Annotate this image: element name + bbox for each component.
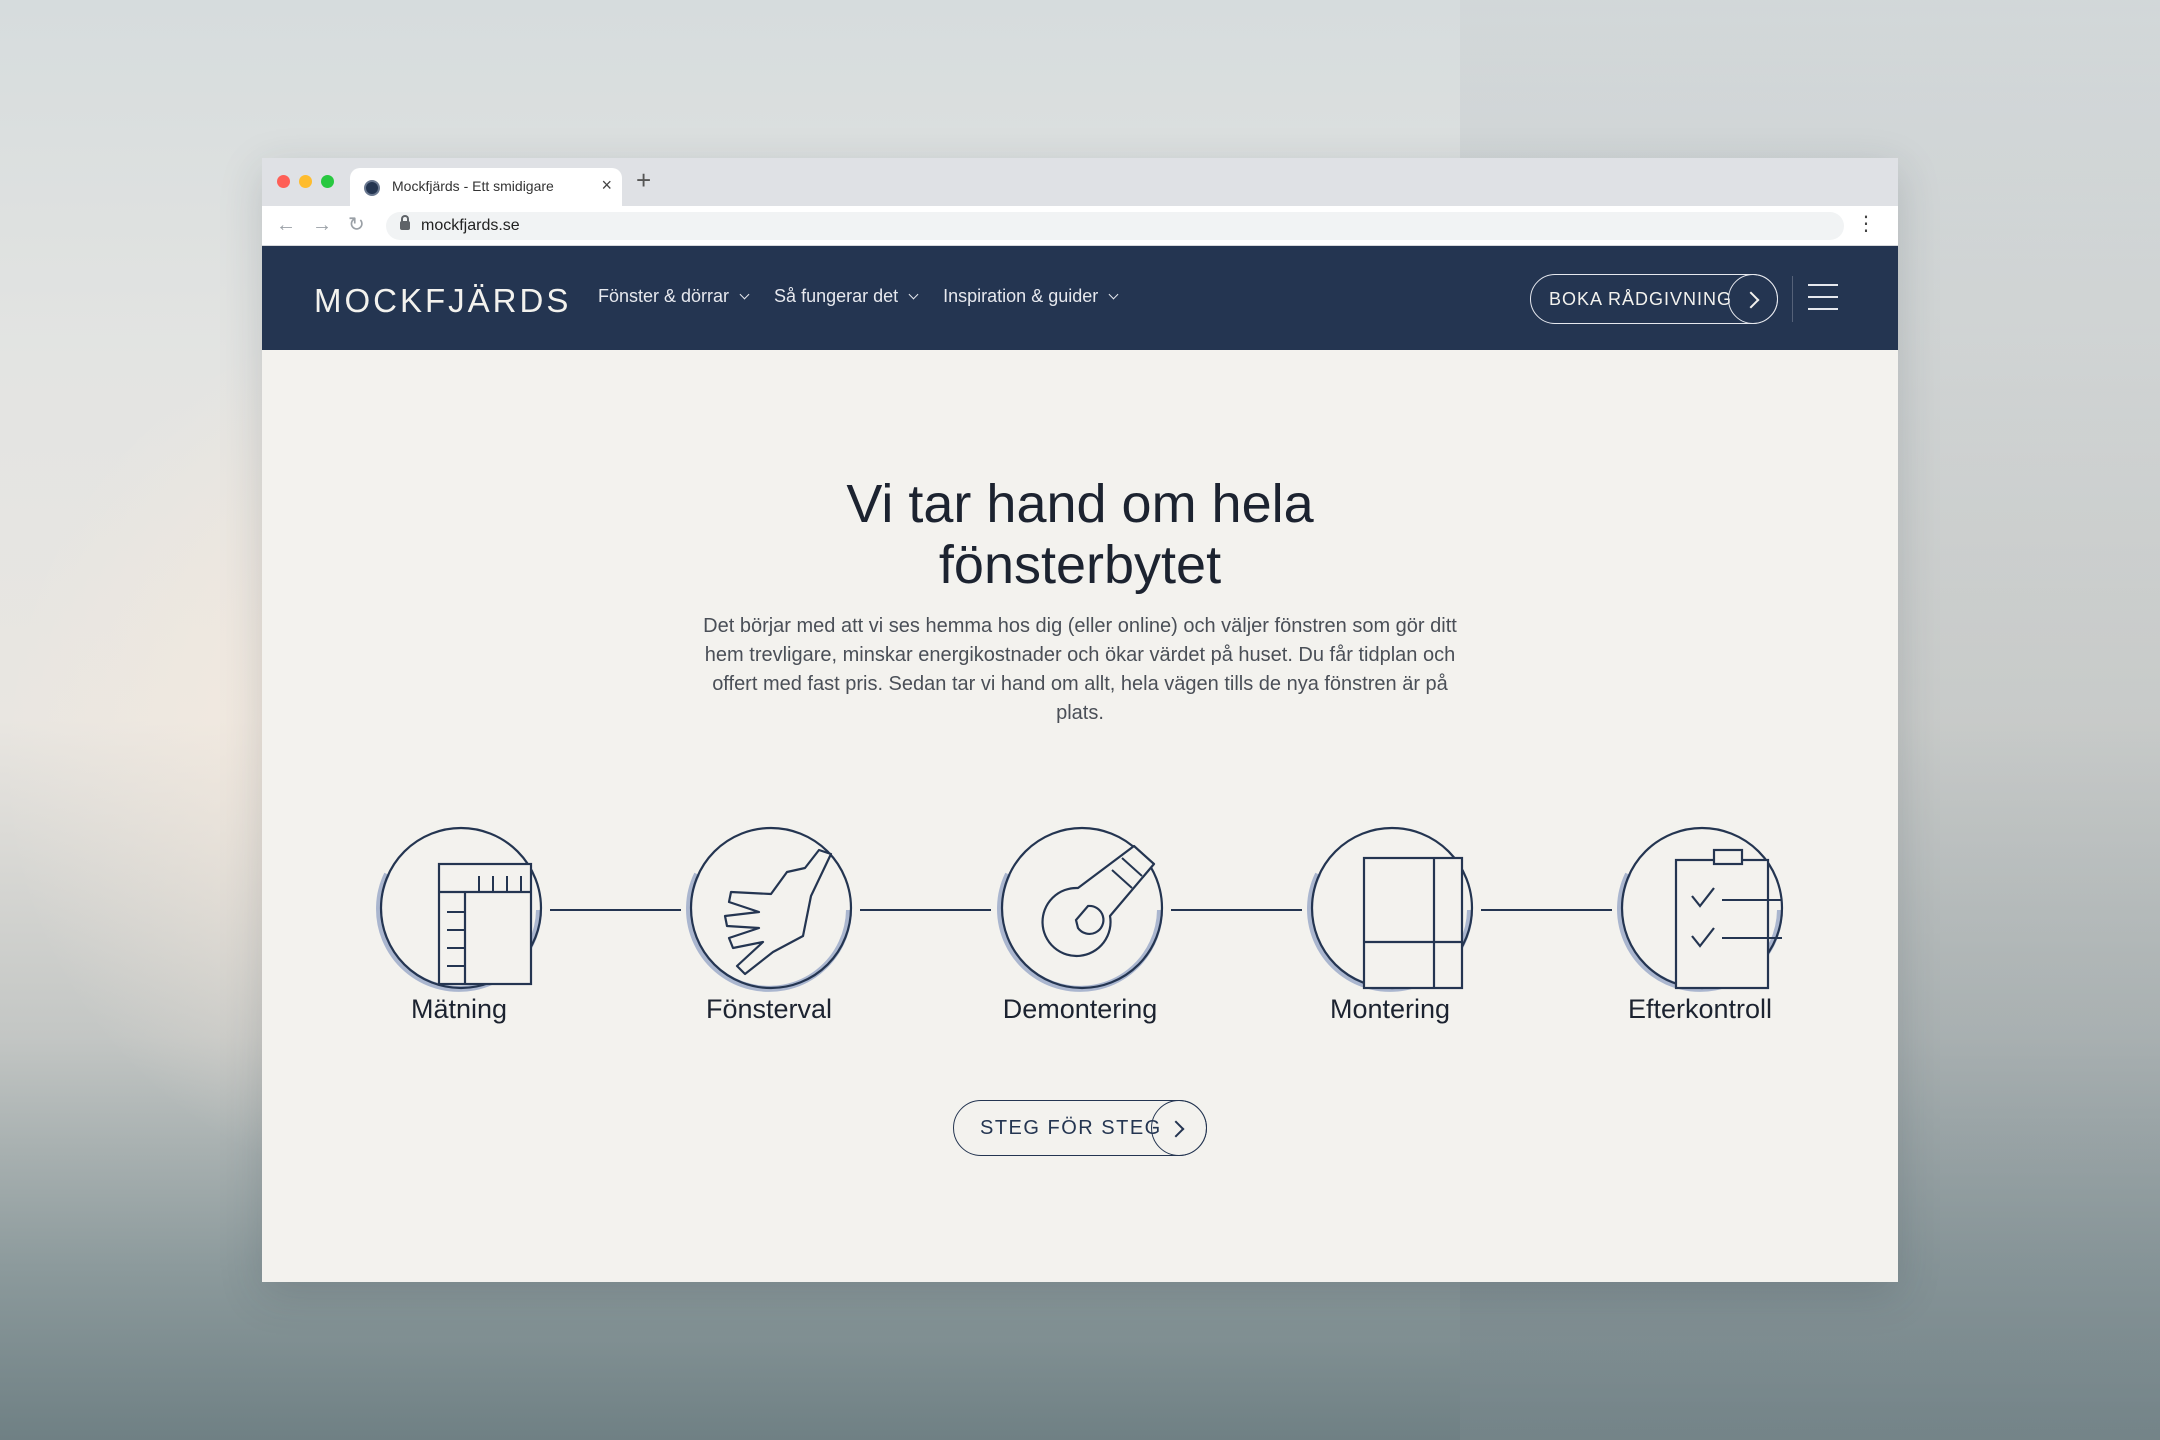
page-title: Vi tar hand om hela fönsterbytet xyxy=(262,474,1898,596)
chevron-down-icon xyxy=(1108,289,1119,300)
intro-paragraph: Det börjar med att vi ses hemma hos dig … xyxy=(703,615,1457,724)
lock-icon xyxy=(400,215,410,230)
process-steps: Mätning Fönsterval Demontering Montering… xyxy=(262,808,1898,1048)
back-arrow-icon[interactable]: ← xyxy=(276,213,296,237)
nav-item-label: Inspiration & guider xyxy=(943,286,1099,306)
title-line-2: fönsterbytet xyxy=(938,535,1222,595)
url-text: mockfjards.se xyxy=(421,217,520,234)
url-input[interactable]: mockfjards.se xyxy=(386,212,1844,240)
forward-arrow-icon[interactable]: → xyxy=(312,213,332,237)
wrench-icon xyxy=(997,826,1164,992)
measuring-ruler-icon xyxy=(376,826,543,992)
site-header: MOCKFJÄRDS Fönster & dörrar Så fungerar … xyxy=(262,246,1898,350)
title-line-1: Vi tar hand om hela xyxy=(846,474,1314,534)
step-fonsterval[interactable]: Fönsterval xyxy=(639,808,899,1048)
close-window-button[interactable] xyxy=(277,175,290,188)
checklist-icon xyxy=(1617,826,1784,992)
book-consultation-button[interactable]: BOKA RÅDGIVNING xyxy=(1530,274,1778,324)
book-consultation-label: BOKA RÅDGIVNING xyxy=(1549,289,1733,309)
new-tab-icon[interactable]: + xyxy=(636,166,651,194)
address-bar: ← → ↻ mockfjards.se ⋮ xyxy=(262,206,1898,246)
step-label: Efterkontroll xyxy=(1627,994,1773,1024)
chevron-right-icon xyxy=(1728,274,1778,324)
step-demontering[interactable]: Demontering xyxy=(950,808,1210,1048)
nav-item-label: Fönster & dörrar xyxy=(598,286,730,306)
step-label: Demontering xyxy=(1002,994,1158,1024)
chevron-right-icon xyxy=(1151,1100,1207,1156)
tab-title: Mockfjärds - Ett smidigare xyxy=(392,178,554,194)
step-label: Mätning xyxy=(410,994,508,1024)
maximize-window-button[interactable] xyxy=(321,175,334,188)
header-divider xyxy=(1792,276,1793,322)
step-label: Fönsterval xyxy=(705,994,833,1024)
nav-item-sa-fungerar-det[interactable]: Så fungerar det xyxy=(774,286,919,307)
site-logo[interactable]: MOCKFJÄRDS xyxy=(314,282,571,320)
chevron-down-icon xyxy=(908,289,919,300)
favicon-icon xyxy=(364,180,380,196)
step-efterkontroll[interactable]: Efterkontroll xyxy=(1570,808,1830,1048)
tab-close-icon[interactable]: × xyxy=(601,175,612,196)
step-by-step-button[interactable]: STEG FÖR STEG xyxy=(953,1100,1207,1156)
chevron-down-icon xyxy=(739,289,750,300)
window-frame-icon xyxy=(1307,826,1474,992)
step-by-step-label: STEG FÖR STEG xyxy=(980,1117,1162,1139)
step-matning[interactable]: Mätning xyxy=(329,808,589,1048)
nav-item-inspiration-guider[interactable]: Inspiration & guider xyxy=(943,286,1119,307)
hamburger-menu-icon[interactable] xyxy=(1808,284,1838,312)
hand-pointing-icon xyxy=(686,826,853,992)
browser-tab[interactable]: Mockfjärds - Ett smidigare × xyxy=(350,168,622,206)
reload-icon[interactable]: ↻ xyxy=(348,213,365,237)
nav-item-fonster-dorrar[interactable]: Fönster & dörrar xyxy=(598,286,750,307)
main-nav: Fönster & dörrar Så fungerar det Inspira… xyxy=(598,286,1143,307)
nav-item-label: Så fungerar det xyxy=(774,286,899,306)
minimize-window-button[interactable] xyxy=(299,175,312,188)
browser-menu-icon[interactable]: ⋮ xyxy=(1856,212,1876,236)
step-label: Montering xyxy=(1329,994,1451,1024)
browser-window: Mockfjärds - Ett smidigare × + ← → ↻ moc… xyxy=(262,158,1898,1282)
browser-titlebar: Mockfjärds - Ett smidigare × + xyxy=(262,158,1898,206)
step-montering[interactable]: Montering xyxy=(1260,808,1520,1048)
